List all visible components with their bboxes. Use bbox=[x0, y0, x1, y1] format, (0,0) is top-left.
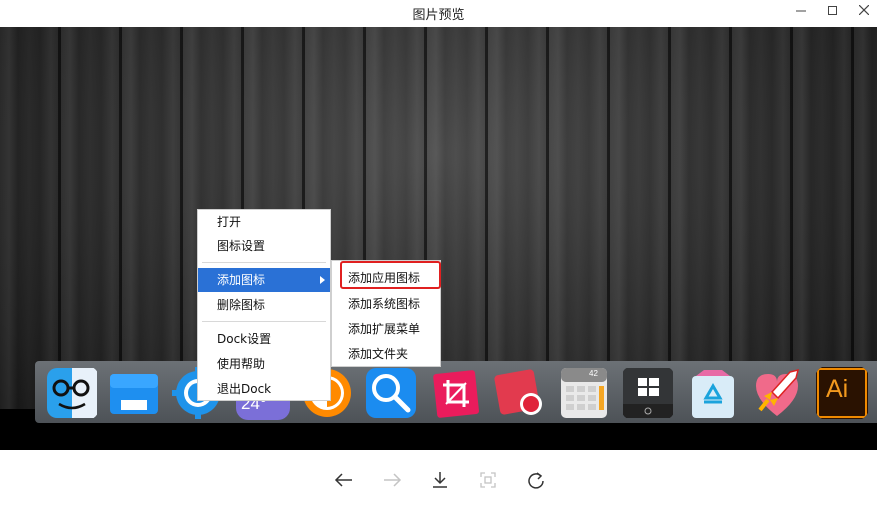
menu-item-icon-settings[interactable]: 图标设置 bbox=[198, 234, 330, 258]
context-menu: 打开 图标设置 添加图标 删除图标 Dock设置 使用帮助 退出Dock bbox=[197, 209, 331, 401]
minimize-button[interactable] bbox=[786, 0, 816, 20]
illustrator-icon[interactable]: Ai bbox=[815, 366, 869, 420]
title-bar: 图片预览 bbox=[0, 0, 877, 27]
fit-screen-icon[interactable] bbox=[476, 468, 500, 492]
submenu-item-add-folder[interactable]: 添加文件夹 bbox=[332, 342, 440, 367]
dock-bar: 24° 42 Ai bbox=[35, 361, 877, 423]
calculator-icon[interactable]: 42 bbox=[557, 366, 611, 420]
menu-divider bbox=[202, 321, 326, 322]
highlight-box bbox=[340, 261, 441, 289]
calculator-display: 42 bbox=[589, 369, 598, 378]
menu-item-exit-dock[interactable]: 退出Dock bbox=[198, 377, 330, 401]
menu-item-delete-icon[interactable]: 删除图标 bbox=[198, 293, 330, 317]
back-arrow-icon[interactable] bbox=[332, 468, 356, 492]
image-preview-window: 图片预览 24° 42 Ai 打开 图标设置 添加图标 删除图标 Dock设置 … bbox=[0, 0, 877, 507]
close-icon bbox=[859, 5, 869, 15]
maximize-icon bbox=[827, 5, 837, 15]
window-title: 图片预览 bbox=[412, 8, 465, 23]
download-icon[interactable] bbox=[428, 468, 452, 492]
preview-toolbar bbox=[0, 450, 877, 507]
menu-item-dock-settings[interactable]: Dock设置 bbox=[198, 327, 330, 351]
finder-icon[interactable] bbox=[45, 366, 99, 420]
menu-item-help[interactable]: 使用帮助 bbox=[198, 352, 330, 376]
recycle-bin-icon[interactable] bbox=[686, 366, 740, 420]
menu-divider bbox=[202, 262, 326, 263]
crop-icon[interactable] bbox=[429, 366, 483, 420]
forward-arrow-icon[interactable] bbox=[380, 468, 404, 492]
windows-icon[interactable] bbox=[621, 366, 675, 420]
submenu-arrow-icon bbox=[320, 276, 325, 284]
folder-icon[interactable] bbox=[107, 366, 161, 420]
submenu-item-add-extension-menu[interactable]: 添加扩展菜单 bbox=[332, 317, 440, 342]
record-icon[interactable] bbox=[493, 366, 547, 420]
rotate-icon[interactable] bbox=[524, 468, 548, 492]
maximize-button[interactable] bbox=[817, 0, 847, 20]
submenu-item-add-system-icon[interactable]: 添加系统图标 bbox=[332, 292, 440, 317]
menu-item-add-icon-label: 添加图标 bbox=[217, 273, 266, 287]
search-magnifier-icon[interactable] bbox=[364, 366, 418, 420]
menu-item-open[interactable]: 打开 bbox=[198, 210, 330, 234]
close-button[interactable] bbox=[849, 0, 877, 20]
minimize-icon bbox=[796, 10, 806, 12]
menu-item-add-icon[interactable]: 添加图标 bbox=[198, 268, 330, 292]
rocket-icon[interactable] bbox=[750, 366, 804, 420]
illustrator-label: Ai bbox=[826, 375, 849, 403]
